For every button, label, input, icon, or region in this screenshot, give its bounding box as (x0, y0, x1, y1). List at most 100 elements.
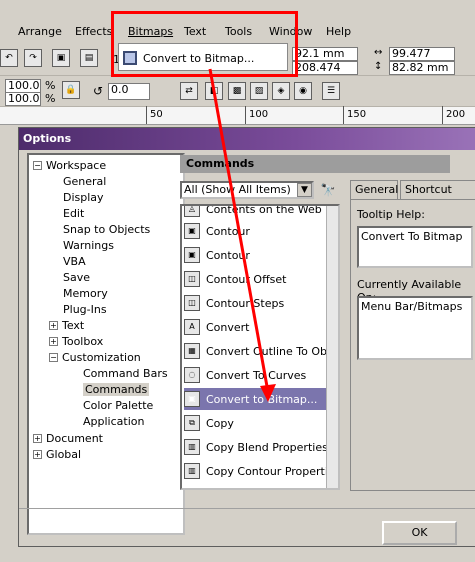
scale-height-field[interactable]: 100.0 (5, 92, 41, 106)
height-icon: ↕ (374, 61, 383, 72)
combine-icon[interactable]: ◈ (272, 82, 290, 100)
tree-item-text[interactable]: + Text (49, 317, 84, 333)
tree-item-save[interactable]: Save (63, 269, 90, 285)
import-icon[interactable]: ▣ (52, 49, 70, 67)
scale-width-field[interactable]: 100.0 (5, 79, 41, 93)
wrap-text-icon[interactable]: ☰ (322, 82, 340, 100)
tree-item-global[interactable]: + Global (33, 446, 81, 462)
ruler-tick (343, 106, 344, 124)
list-item-label: Copy Blend Properties (206, 440, 328, 454)
menu-arrange[interactable]: Arrange (18, 25, 62, 38)
tree-label: Workspace (46, 158, 107, 172)
tree-label: Command Bars (83, 366, 168, 380)
tree-label: Plug-Ins (63, 302, 107, 316)
dialog-title: Options (19, 128, 475, 150)
list-item[interactable]: ◫ Contour Offset (184, 268, 328, 290)
expand-icon[interactable]: + (49, 336, 58, 346)
expand-icon[interactable]: + (33, 433, 42, 443)
list-item-label: Contour (206, 248, 250, 262)
tooltip-label: Tooltip Help: (357, 208, 425, 221)
list-item[interactable]: ◌ Convert To Curves (184, 364, 328, 386)
tree-item-document[interactable]: + Document (33, 430, 103, 446)
list-item[interactable]: ▥ Copy Contour Properties (184, 460, 328, 482)
tree-item-command-bars[interactable]: Command Bars (83, 365, 168, 381)
commands-list: ◬ Contents on the Web ▣ Contour ▣ Contour ◫… (180, 204, 340, 490)
list-item-label: Contents on the Web (206, 204, 322, 216)
menu-help[interactable]: Help (326, 25, 351, 38)
group-icon[interactable]: ▩ (228, 82, 246, 100)
list-item-selected[interactable]: ▣ Convert to Bitmap... (184, 388, 328, 410)
tree-label: Edit (63, 206, 85, 220)
position-y-field[interactable]: 208.474 mm (292, 61, 358, 86)
find-binoculars-icon[interactable]: 🔭 (319, 181, 337, 199)
object-width-field[interactable]: 99.477 mm (389, 47, 455, 72)
lock-ratio-icon[interactable]: 🔒 (62, 81, 80, 99)
list-item[interactable]: A Convert (184, 316, 328, 338)
tree-label: Customization (62, 350, 141, 364)
list-item[interactable]: ▣ Contour (184, 220, 328, 242)
tree-item-customization[interactable]: − Customization (49, 349, 141, 365)
list-item-label: Convert Outline To Object (206, 344, 328, 358)
list-item[interactable]: ▥ Copy Blend Properties (184, 436, 328, 458)
export-icon[interactable]: ▤ (80, 49, 98, 67)
tree-item-vba[interactable]: VBA (63, 253, 86, 269)
list-item[interactable]: ▦ Convert Outline To Object (184, 340, 328, 362)
expand-icon[interactable]: + (33, 449, 42, 459)
bitmap-icon: ▣ (184, 391, 200, 407)
tree-item-application[interactable]: Application (83, 413, 144, 429)
tab-shortcut-keys[interactable]: Shortcut Keys (400, 180, 475, 214)
tree-label: VBA (63, 254, 86, 268)
collapse-icon[interactable]: − (33, 160, 42, 170)
commands-scrollbar[interactable] (326, 206, 338, 488)
options-dialog: Options − Workspace General Display Edit … (18, 127, 475, 547)
chevron-down-icon[interactable]: ▼ (297, 183, 312, 197)
tree-item-snap[interactable]: Snap to Objects (63, 221, 150, 237)
ungroup-icon[interactable]: ▨ (250, 82, 268, 100)
collapse-icon[interactable]: − (49, 352, 58, 362)
mirror-icon[interactable]: ⇄ (180, 82, 198, 100)
position-x-field[interactable]: 92.1 mm (292, 47, 358, 61)
list-item-label: Contour Offset (206, 272, 287, 286)
list-item-label: Copy (206, 416, 234, 430)
tree-item-workspace[interactable]: − Workspace (33, 157, 106, 173)
ruler-label: 200 (446, 109, 466, 120)
tree-label: Memory (63, 286, 108, 300)
list-item-label: Copy Contour Properties (206, 464, 328, 478)
tree-item-general[interactable]: General (63, 173, 106, 189)
blend-icon: ▥ (184, 439, 200, 455)
tab-general[interactable]: General (350, 180, 398, 200)
expand-icon[interactable]: + (49, 320, 58, 330)
ruler-tick (442, 106, 443, 124)
tooltip-field[interactable]: Convert To Bitmap (357, 226, 473, 268)
list-item-label: Contour (206, 224, 250, 238)
tree-label: Snap to Objects (63, 222, 151, 236)
list-item[interactable]: ◬ Contents on the Web (184, 204, 328, 220)
object-height-field[interactable]: 82.82 mm (389, 61, 455, 75)
tree-label: Application (83, 414, 145, 428)
available-field[interactable]: Menu Bar/Bitmaps (357, 296, 473, 360)
tree-item-edit[interactable]: Edit (63, 205, 84, 221)
percent-label-2: % (45, 92, 56, 105)
ruler-label: 100 (249, 109, 269, 120)
list-item[interactable]: ⧉ Copy (184, 412, 328, 434)
curves-icon: ◌ (184, 367, 200, 383)
percent-label: % (45, 79, 56, 92)
tree-item-warnings[interactable]: Warnings (63, 237, 114, 253)
break-apart-icon[interactable]: ◉ (294, 82, 312, 100)
tree-item-toolbox[interactable]: + Toolbox (49, 333, 103, 349)
convert-curves-icon[interactable]: ◧ (205, 82, 223, 100)
redo-icon[interactable]: ↷ (24, 49, 42, 67)
list-item[interactable]: ▣ Contour (184, 244, 328, 266)
tree-item-memory[interactable]: Memory (63, 285, 108, 301)
tree-item-commands[interactable]: Commands (83, 381, 150, 397)
tree-item-display[interactable]: Display (63, 189, 104, 205)
undo-icon[interactable]: ↶ (0, 49, 18, 67)
command-filter-select[interactable]: All (Show All Items) (180, 181, 314, 199)
contour-copy-icon: ▥ (184, 463, 200, 479)
list-item[interactable]: ◫ Contour Steps (184, 292, 328, 314)
tree-item-color-palette[interactable]: Color Palette (83, 397, 153, 413)
menu-effects[interactable]: Effects (75, 25, 112, 38)
tree-item-plugins[interactable]: Plug-Ins (63, 301, 107, 317)
angle-field[interactable]: 0.0 (108, 83, 150, 100)
ok-button[interactable]: OK (382, 521, 457, 545)
